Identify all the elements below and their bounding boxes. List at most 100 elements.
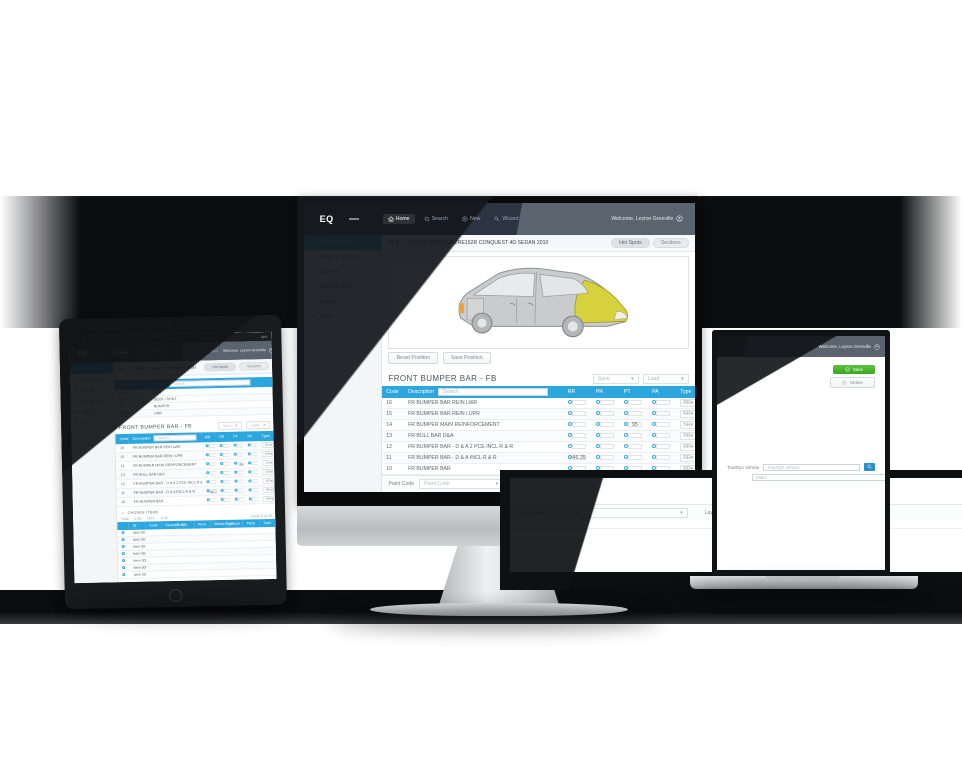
value-input[interactable] — [599, 422, 614, 428]
ipad-nav-item-search[interactable]: Search — [137, 348, 165, 357]
radio-toggle[interactable] — [121, 531, 125, 535]
cell-type[interactable]: RR ▾ — [676, 397, 695, 409]
cell-pr[interactable] — [216, 477, 231, 487]
col-pr[interactable]: PR — [591, 385, 620, 398]
value-input[interactable] — [599, 444, 614, 450]
cell-rr[interactable] — [563, 419, 592, 431]
radio-toggle[interactable] — [122, 545, 126, 549]
cell-type[interactable]: RR ▾ — [258, 467, 275, 477]
sidebar-item-notes[interactable]: Notes — [304, 310, 381, 325]
value-input[interactable] — [208, 471, 217, 476]
cell-pt[interactable] — [230, 495, 245, 505]
cell-rr[interactable] — [201, 459, 216, 469]
cell-pa[interactable] — [648, 452, 677, 464]
cell-rr[interactable] — [563, 397, 592, 409]
col-pa[interactable]: PA — [648, 385, 677, 398]
value-input[interactable] — [599, 433, 614, 439]
cell-pr[interactable] — [216, 495, 231, 505]
cell-type[interactable]: RR ▾ — [676, 452, 695, 464]
ipad-col-code[interactable]: Code — [115, 433, 129, 445]
cell-pt[interactable] — [229, 450, 244, 460]
sidebar-item-images[interactable]: Images — [304, 295, 381, 310]
value-input[interactable] — [571, 411, 586, 417]
cell-pa[interactable] — [243, 449, 259, 460]
col-rr[interactable]: RR — [563, 385, 592, 398]
cell-pr[interactable] — [215, 441, 230, 451]
cell-pt[interactable] — [619, 452, 649, 464]
sidebar-item-owner-vehicle[interactable]: Owner & Vehicle — [304, 250, 381, 265]
ipad-grid-search-input[interactable]: Search — [169, 379, 250, 388]
ipad-sidebar-item-5[interactable]: Notes — [71, 417, 115, 429]
toggle-hot-spots[interactable]: Hot Spots — [611, 237, 650, 248]
value-input[interactable] — [236, 443, 244, 448]
chevron-down-icon[interactable] — [121, 511, 125, 515]
cell-pt[interactable] — [619, 430, 649, 442]
value-input[interactable] — [656, 411, 671, 417]
ipad-save-select[interactable]: Save ▾ — [218, 421, 243, 431]
sidebar-item-estimate-items[interactable]: Estimate Items — [304, 280, 381, 295]
cell-pt[interactable] — [619, 397, 649, 409]
cell-pa[interactable] — [243, 458, 259, 469]
nav-item-search[interactable]: Search — [419, 214, 453, 224]
cell-type[interactable]: RR ▾ — [258, 476, 275, 486]
cell-rr[interactable]: 46.35 — [202, 486, 217, 496]
chosen-row-check[interactable] — [118, 571, 130, 579]
value-input[interactable] — [656, 433, 671, 439]
save-button[interactable]: Save — [832, 365, 875, 375]
ipad-col-type[interactable]: Type — [257, 430, 274, 442]
cell-pt[interactable] — [619, 441, 649, 453]
value-input[interactable] — [237, 497, 245, 502]
cell-type[interactable]: RR ▾ — [258, 494, 275, 504]
user-welcome[interactable]: Welcome, Leyton Grenville — [611, 215, 695, 222]
value-input[interactable] — [627, 411, 642, 417]
cell-rr[interactable] — [563, 430, 592, 442]
cell-pt[interactable]: 95 — [229, 459, 245, 469]
cell-pa[interactable] — [244, 485, 259, 496]
col-code[interactable]: Code — [382, 385, 405, 398]
ipad-toggle-sections[interactable]: Sections — [238, 361, 269, 371]
cell-type[interactable]: RR ▾ — [258, 485, 275, 495]
table-row[interactable]: 13 FR BULL BAR D&A RR ▾ — [382, 430, 695, 442]
sidebar-item-estimate[interactable]: Estimate — [304, 265, 381, 280]
cell-type[interactable]: RR ▾ — [676, 430, 695, 442]
value-input[interactable] — [656, 455, 671, 461]
value-input[interactable] — [599, 411, 614, 417]
ipad-nav-item-wizard[interactable]: Wizard — [196, 347, 223, 356]
widescreen-paint-code-select[interactable]: Paint Code ▾ — [548, 508, 688, 518]
cell-pa[interactable] — [243, 441, 258, 451]
cell-type[interactable]: RR ▾ — [257, 440, 274, 450]
ipad-nav-item-home[interactable]: Home — [107, 348, 134, 358]
cell-pt[interactable]: 95 — [619, 419, 649, 431]
cell-pt[interactable] — [619, 408, 649, 420]
value-input[interactable] — [627, 444, 642, 450]
value-input[interactable] — [236, 452, 244, 457]
ipad-toggle-hot-spots[interactable]: Hot Spots — [204, 362, 237, 372]
value-input[interactable] — [251, 479, 259, 484]
radio-toggle[interactable] — [122, 566, 126, 570]
nav-item-new[interactable]: New — [457, 214, 485, 224]
delete-button[interactable]: Delete — [830, 377, 875, 389]
ipad-app-logo[interactable]: EQ — [70, 351, 88, 357]
laptop-user-welcome[interactable]: Welcome, Leyton Grenville — [819, 343, 885, 350]
value-input[interactable] — [222, 443, 230, 448]
grid-search-input[interactable]: Search — [438, 387, 548, 396]
ipad-col-pt[interactable]: PT — [229, 431, 244, 442]
save-position-button[interactable]: Save Position — [442, 352, 491, 365]
ipad-sidebar-item-4[interactable]: Images — [71, 406, 115, 418]
value-input[interactable]: 95 — [627, 422, 642, 428]
value-input[interactable] — [208, 480, 217, 485]
value-input[interactable] — [627, 400, 642, 406]
value-input[interactable] — [237, 470, 245, 475]
cell-pr[interactable] — [591, 452, 620, 464]
table-row[interactable]: 15 FR BUMPER BAR REIN / UPR RR ▾ — [382, 408, 695, 420]
cell-pt[interactable] — [229, 441, 244, 451]
vehicle-diagram[interactable] — [388, 256, 689, 350]
app-logo[interactable]: EQ — [304, 214, 334, 224]
cell-rr[interactable] — [563, 408, 592, 420]
value-input[interactable] — [571, 433, 586, 439]
radio-toggle[interactable] — [122, 552, 126, 556]
cell-pr[interactable] — [591, 397, 620, 409]
table-row[interactable]: 16 FR BUMPER BAR REIN LWR RR ▾ — [382, 397, 695, 409]
col-pt[interactable]: PT — [619, 385, 649, 398]
cell-pa[interactable] — [244, 476, 259, 487]
